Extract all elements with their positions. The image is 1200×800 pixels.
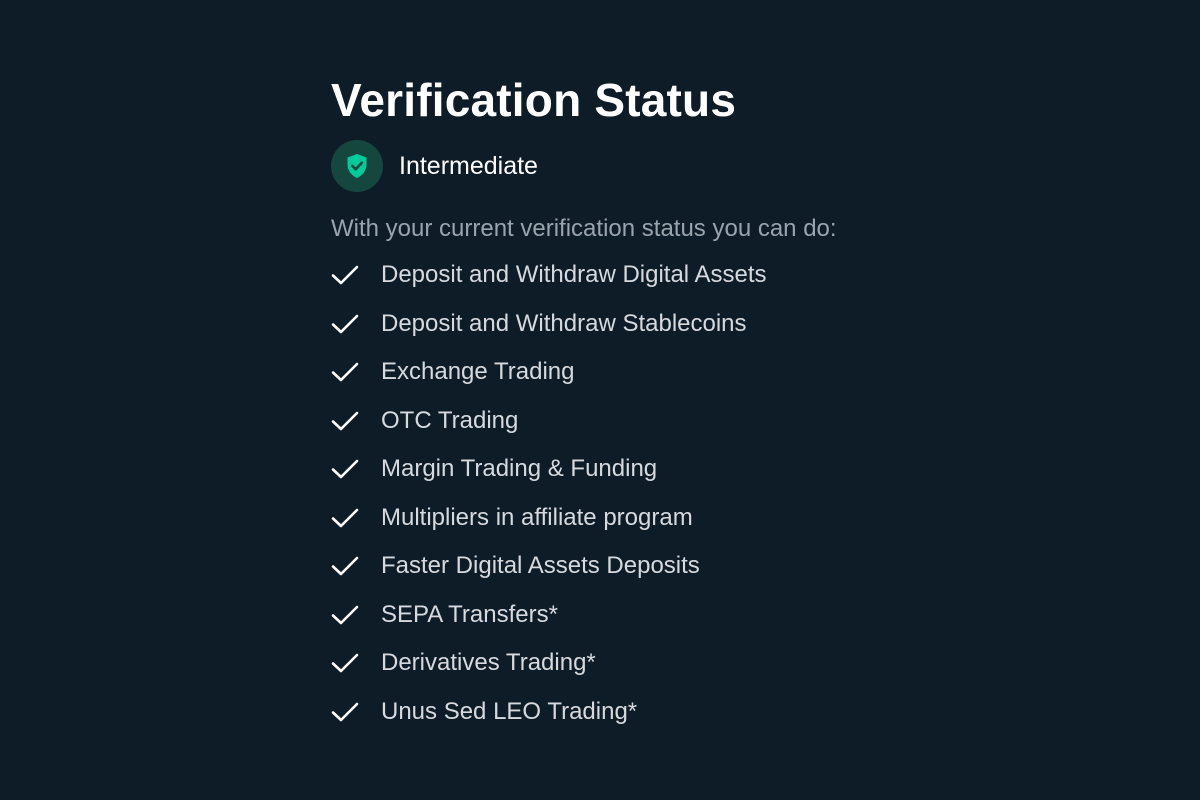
check-icon xyxy=(331,508,359,528)
capability-item: Unus Sed LEO Trading* xyxy=(331,688,951,737)
capabilities-list: Deposit and Withdraw Digital Assets Depo… xyxy=(331,251,951,736)
capability-item: Faster Digital Assets Deposits xyxy=(331,542,951,591)
check-icon xyxy=(331,556,359,576)
capability-label: OTC Trading xyxy=(381,406,519,434)
capability-item: Deposit and Withdraw Stablecoins xyxy=(331,300,951,349)
capability-item: SEPA Transfers* xyxy=(331,591,951,640)
check-icon xyxy=(331,653,359,673)
verification-level: Intermediate xyxy=(331,140,951,192)
check-icon xyxy=(331,702,359,722)
capability-label: Unus Sed LEO Trading* xyxy=(381,697,638,725)
page-title: Verification Status xyxy=(331,74,737,126)
capability-label: Exchange Trading xyxy=(381,358,575,386)
capability-label: SEPA Transfers* xyxy=(381,600,558,628)
check-icon xyxy=(331,314,359,334)
check-icon xyxy=(331,265,359,285)
check-icon xyxy=(331,605,359,625)
check-icon xyxy=(331,411,359,431)
capability-item: OTC Trading xyxy=(331,397,951,446)
capability-item: Exchange Trading xyxy=(331,348,951,397)
verification-status-panel: Verification Status Intermediate With yo… xyxy=(331,72,951,736)
capability-label: Margin Trading & Funding xyxy=(381,455,658,483)
verification-level-label: Intermediate xyxy=(399,151,538,180)
capability-item: Derivatives Trading* xyxy=(331,639,951,688)
shield-check-icon xyxy=(331,140,383,192)
check-icon xyxy=(331,362,359,382)
capability-label: Deposit and Withdraw Digital Assets xyxy=(381,261,767,289)
capabilities-intro: With your current verification status yo… xyxy=(331,215,837,242)
capability-label: Faster Digital Assets Deposits xyxy=(381,552,700,580)
capability-label: Derivatives Trading* xyxy=(381,649,596,677)
capability-label: Multipliers in affiliate program xyxy=(381,503,693,531)
capability-item: Margin Trading & Funding xyxy=(331,445,951,494)
capability-item: Deposit and Withdraw Digital Assets xyxy=(331,251,951,300)
capability-label: Deposit and Withdraw Stablecoins xyxy=(381,309,747,337)
check-icon xyxy=(331,459,359,479)
capability-item: Multipliers in affiliate program xyxy=(331,494,951,543)
